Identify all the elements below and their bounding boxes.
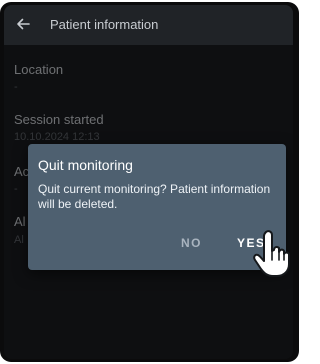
quit-monitoring-dialog: Quit monitoring Quit current monitoring?… [28,144,286,270]
app-bar: Patient information [4,5,293,45]
arrow-left-icon[interactable] [14,15,32,33]
app-screen: Patient information Location - Session s… [4,5,293,359]
dialog-title: Quit monitoring [38,157,133,173]
no-button[interactable]: NO [181,236,202,250]
app-title: Patient information [50,17,159,32]
dialog-message: Quit current monitoring? Patient informa… [38,182,271,211]
device-frame: Patient information Location - Session s… [0,2,299,362]
hand-pointer-icon [253,230,290,277]
